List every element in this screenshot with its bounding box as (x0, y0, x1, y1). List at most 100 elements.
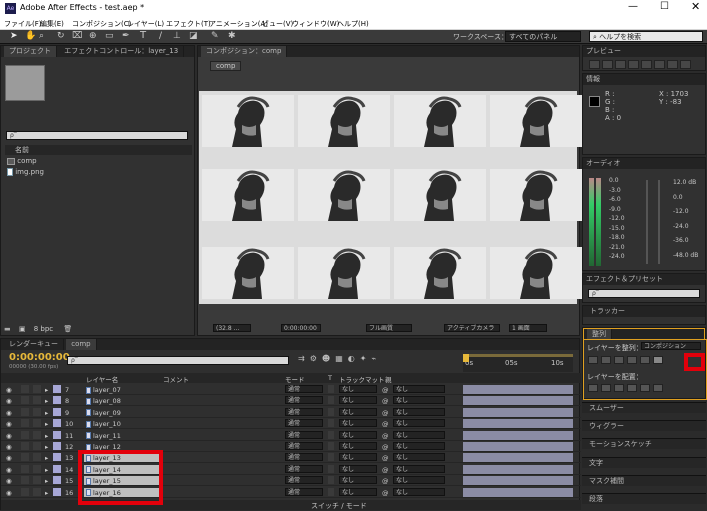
expand-arrow-icon[interactable]: ▸ (45, 431, 48, 441)
text-tool-icon[interactable]: T (140, 30, 146, 41)
brainstorm-icon[interactable]: ✦ (360, 354, 372, 363)
layer-name-cell[interactable]: layer_09 (84, 407, 159, 417)
t-checkbox[interactable] (328, 442, 334, 450)
lock-box[interactable] (33, 419, 41, 428)
label-color[interactable] (53, 476, 61, 485)
project-item-img[interactable]: img.png (7, 168, 187, 178)
effects-search-input[interactable]: ρ‾ (588, 289, 700, 298)
t-checkbox[interactable] (328, 407, 334, 416)
parent-pickwhip-icon[interactable]: @ (382, 385, 389, 395)
mode-select[interactable]: 通常 (285, 453, 323, 462)
col-trkmat[interactable]: トラックマット (339, 374, 385, 384)
brush-tool-icon[interactable]: ∕ (159, 31, 162, 41)
roto-tool-icon[interactable]: ✎ (211, 31, 219, 41)
eye-icon[interactable]: ◉ (6, 408, 12, 418)
parent-pickwhip-icon[interactable]: @ (382, 396, 389, 406)
first-frame-icon[interactable] (589, 60, 600, 69)
lock-box[interactable] (33, 407, 41, 416)
align-hcenter-icon[interactable] (601, 356, 611, 364)
frame-blend-icon[interactable]: ▦ (335, 354, 348, 363)
play-icon[interactable] (615, 60, 626, 69)
audio-slider-track-1[interactable] (646, 180, 648, 264)
parent-pickwhip-icon[interactable]: @ (382, 453, 389, 463)
panel-smoother[interactable]: スムーザー (582, 402, 706, 413)
layer-row[interactable]: ◉ ▸ 7 layer_07 通常 なし @ なし (1, 384, 581, 395)
menu-help[interactable]: ヘルプ(H) (337, 19, 369, 29)
timeline-time[interactable]: 0:00:00:00 (9, 352, 70, 363)
layer-name-cell[interactable]: layer_10 (84, 419, 159, 429)
col-layer-name[interactable]: レイヤー名 (86, 374, 118, 384)
trkmat-select[interactable]: なし (339, 487, 377, 496)
parent-select[interactable]: なし (393, 453, 445, 462)
tab-render-queue[interactable]: レンダーキュー (4, 339, 64, 350)
parent-pickwhip-icon[interactable]: @ (382, 442, 389, 452)
lock-box[interactable] (33, 396, 41, 405)
trkmat-select[interactable]: なし (339, 396, 377, 405)
motion-blur-icon[interactable]: ◐ (348, 354, 360, 363)
align-to-select[interactable]: コンポジション (641, 342, 701, 350)
ram-preview-icon[interactable] (680, 60, 691, 69)
t-checkbox[interactable] (328, 430, 334, 439)
t-checkbox[interactable] (328, 476, 334, 485)
timeline-search-input[interactable]: ρ‾ (67, 356, 289, 365)
layer-duration-bar[interactable] (463, 476, 573, 486)
solo-box[interactable] (21, 464, 29, 473)
expand-arrow-icon[interactable]: ▸ (45, 442, 48, 452)
trkmat-select[interactable]: なし (339, 476, 377, 485)
layer-row[interactable]: ◉ ▸ 11 layer_11 通常 なし @ なし (1, 430, 581, 441)
puppet-tool-icon[interactable]: ✱ (228, 31, 236, 41)
eye-icon[interactable]: ◉ (6, 488, 12, 498)
comp-thumbnail-7[interactable] (394, 169, 486, 221)
dist-hcenter-icon[interactable] (640, 384, 650, 392)
layer-duration-bar[interactable] (463, 385, 573, 394)
menu-edit[interactable]: 編集(E) (40, 19, 64, 29)
layer-name-cell[interactable]: layer_11 (84, 430, 159, 440)
lock-box[interactable] (33, 453, 41, 462)
mode-select[interactable]: 通常 (285, 385, 323, 393)
dist-top-icon[interactable] (588, 384, 598, 392)
prev-frame-icon[interactable] (602, 60, 613, 69)
tab-align[interactable]: 整列 (587, 329, 612, 339)
layer-duration-bar[interactable] (463, 442, 573, 451)
comp-thumbnail-6[interactable] (298, 169, 390, 221)
solo-box[interactable] (21, 442, 29, 450)
eye-icon[interactable]: ◉ (6, 419, 12, 429)
panel-motion-sketch[interactable]: モーションスケッチ (582, 438, 706, 449)
comp-thumbnail-9[interactable] (202, 247, 294, 299)
menu-file[interactable]: ファイル(F) (4, 19, 42, 29)
parent-pickwhip-icon[interactable]: @ (382, 431, 389, 441)
mode-select[interactable]: 通常 (285, 476, 323, 485)
comp-thumbnail-8[interactable] (490, 169, 582, 221)
audio-icon[interactable] (654, 60, 665, 69)
layer-row[interactable]: ◉ ▸ 9 layer_09 通常 なし @ なし (1, 407, 581, 418)
eye-icon[interactable]: ◉ (6, 396, 12, 406)
eye-icon[interactable]: ◉ (6, 453, 12, 463)
zoom-tool-icon[interactable]: ⌕ (39, 31, 44, 41)
tab-composition[interactable]: コンポジション：comp (201, 46, 288, 57)
folder-icon[interactable]: ▬ (4, 325, 11, 333)
col-t[interactable]: T (328, 374, 332, 382)
hand-tool-icon[interactable]: ✋ (25, 31, 36, 41)
align-left-icon[interactable] (588, 356, 598, 364)
layer-duration-bar[interactable] (463, 396, 573, 406)
menu-view[interactable]: ビュー(V) (262, 19, 293, 29)
quality-select[interactable]: フル画質 (366, 324, 412, 332)
expand-arrow-icon[interactable]: ▸ (45, 453, 48, 463)
col-parent[interactable]: 親 (385, 374, 392, 384)
label-color[interactable] (53, 396, 61, 405)
comp-thumbnail-12[interactable] (490, 247, 582, 299)
lock-box[interactable] (33, 476, 41, 485)
comp-thumbnail-2[interactable] (298, 95, 390, 147)
menu-effect[interactable]: エフェクト(T) (166, 19, 211, 29)
col-mode[interactable]: モード (285, 374, 305, 384)
mode-select[interactable]: 通常 (285, 487, 323, 496)
layer-duration-bar[interactable] (463, 430, 573, 440)
parent-select[interactable]: なし (393, 407, 445, 416)
time-ruler[interactable]: 0s 05s 10s (463, 354, 573, 372)
menu-layer[interactable]: レイヤー(L) (127, 19, 164, 29)
minimize-icon[interactable]: — (628, 1, 638, 12)
dist-left-icon[interactable] (627, 384, 637, 392)
align-bottom-icon[interactable] (653, 356, 663, 364)
last-frame-icon[interactable] (641, 60, 652, 69)
loop-icon[interactable] (667, 60, 678, 69)
